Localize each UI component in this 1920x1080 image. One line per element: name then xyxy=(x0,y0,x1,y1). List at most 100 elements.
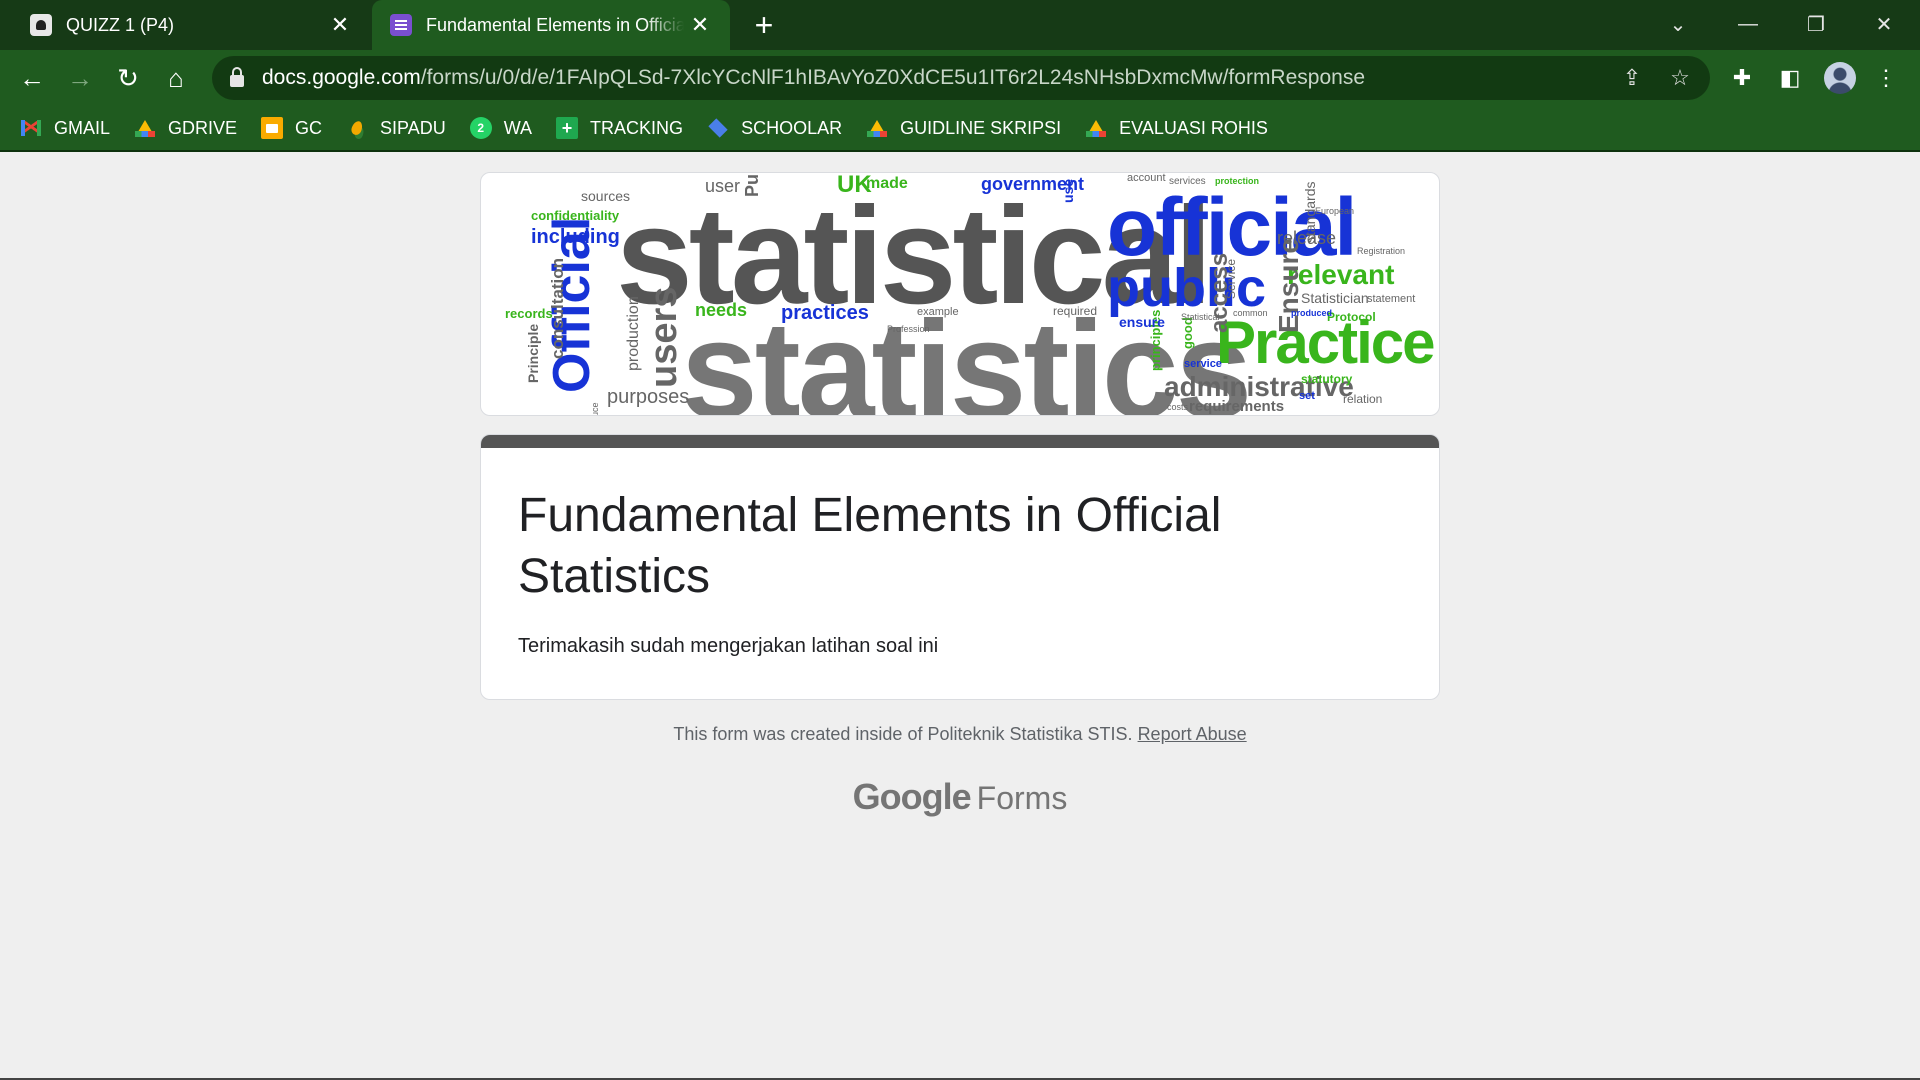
word-cloud-term: including xyxy=(531,226,620,248)
word-cloud-term: practices xyxy=(781,302,869,324)
form-confirmation-card: Fundamental Elements in Official Statist… xyxy=(480,434,1440,700)
forward-icon[interactable]: → xyxy=(62,60,98,96)
close-icon[interactable]: ✕ xyxy=(684,9,716,41)
reload-icon[interactable]: ↻ xyxy=(110,60,146,96)
word-cloud-term: service xyxy=(1184,358,1222,370)
minimize-icon[interactable]: — xyxy=(1730,8,1766,40)
word-cloud-term: account xyxy=(1127,172,1166,184)
tab-search-icon[interactable]: ⌄ xyxy=(1660,8,1696,40)
tab-strip: QUIZZ 1 (P4) ✕ Fundamental Elements in O… xyxy=(0,0,1920,50)
home-icon[interactable]: ⌂ xyxy=(158,60,194,96)
bookmark-sipadu[interactable]: SIPADU xyxy=(346,112,446,144)
word-cloud-term: services xyxy=(1169,176,1206,187)
word-cloud-term: Profession xyxy=(887,324,930,334)
report-abuse-link[interactable]: Report Abuse xyxy=(1138,724,1247,744)
menu-icon[interactable]: ⋮ xyxy=(1870,62,1902,94)
bookmark-label: GMAIL xyxy=(54,117,111,138)
tab-quizz[interactable]: QUIZZ 1 (P4) ✕ xyxy=(0,0,370,50)
bookmark-gdrive[interactable]: GDRIVE xyxy=(134,112,237,144)
bookmark-gc[interactable]: GC xyxy=(261,112,322,144)
word-cloud-term: Statistician xyxy=(1301,290,1369,306)
word-cloud-term: costs xyxy=(1167,402,1189,412)
page-title: Fundamental Elements in Official Statist… xyxy=(518,489,1222,603)
bookmark-label: EVALUASI ROHIS xyxy=(1119,117,1268,138)
word-cloud-term: ensure xyxy=(1119,314,1165,330)
word-cloud-term: uce xyxy=(590,402,600,416)
address-bar[interactable]: docs.google.com/forms/u/0/d/e/1FAIpQLSd-… xyxy=(212,56,1710,100)
back-icon[interactable]: ← xyxy=(14,60,50,96)
word-cloud-term: confidentiality xyxy=(531,208,620,223)
classroom-icon xyxy=(261,117,284,139)
word-cloud-term: statutory xyxy=(1301,372,1353,386)
word-cloud-term: records xyxy=(505,306,553,321)
word-cloud-term: Ensure xyxy=(1273,238,1304,333)
share-icon[interactable]: ⇪ xyxy=(1616,62,1648,94)
google-wordmark: Google xyxy=(852,776,972,817)
word-cloud-term: Protocol xyxy=(1327,310,1376,324)
word-cloud-term: made xyxy=(866,175,908,192)
bookmark-label: TRACKING xyxy=(590,117,684,138)
tab-form[interactable]: Fundamental Elements in Official Statist… xyxy=(372,0,730,50)
forms-icon xyxy=(390,14,412,36)
url-text[interactable]: docs.google.com/forms/u/0/d/e/1FAIpQLSd-… xyxy=(262,66,1365,90)
drive-icon xyxy=(1085,117,1107,139)
bookmark-gmail[interactable]: GMAIL xyxy=(20,112,110,144)
word-cloud-term: purposes xyxy=(607,386,690,408)
footer-text: This form was created inside of Politekn… xyxy=(673,724,1133,744)
gmail-icon xyxy=(20,117,42,139)
word-cloud-term: required xyxy=(1053,304,1098,318)
bookmark-label: GUIDLINE SKRIPSI xyxy=(900,117,1062,138)
word-cloud-term: common xyxy=(1233,308,1268,318)
extensions-icon[interactable]: ✚ xyxy=(1726,62,1758,94)
tab-title: QUIZZ 1 (P4) xyxy=(66,14,175,35)
bookmark-wa[interactable]: 2 WA xyxy=(469,112,533,144)
word-cloud-term: set xyxy=(1299,390,1315,402)
word-cloud-term: relation xyxy=(1343,392,1383,406)
tracking-icon: + xyxy=(556,117,579,139)
word-cloud-term: Statistical xyxy=(1181,312,1220,322)
word-cloud-term: needs xyxy=(695,300,748,320)
bookmark-guidline-skripsi[interactable]: GUIDLINE SKRIPSI xyxy=(866,112,1061,144)
word-cloud-term: Principle xyxy=(525,323,541,383)
schoolar-icon xyxy=(707,117,729,139)
bookmark-evaluasi-rohis[interactable]: EVALUASI ROHIS xyxy=(1085,112,1268,144)
forms-wordmark: Forms xyxy=(976,780,1068,816)
word-cloud-term: Registration xyxy=(1357,246,1406,256)
bookmarks-bar: GMAIL GDRIVE GC SIPADU 2 WA + TRACKING S… xyxy=(0,106,1920,152)
word-cloud-term: user xyxy=(705,176,741,196)
word-cloud-term: produced xyxy=(1291,308,1333,318)
bookmark-label: SIPADU xyxy=(380,117,446,138)
side-panel-icon[interactable]: ◧ xyxy=(1774,62,1806,94)
bookmark-star-icon[interactable]: ☆ xyxy=(1664,62,1696,94)
lock-icon[interactable] xyxy=(230,67,244,87)
word-cloud-term: production xyxy=(625,296,642,371)
word-cloud-term: protection xyxy=(1215,176,1259,186)
whatsapp-icon: 2 xyxy=(469,117,492,139)
word-cloud-term: Pu xyxy=(742,173,762,197)
word-cloud-term: Service xyxy=(1224,258,1238,299)
word-cloud-term: statement xyxy=(1367,293,1416,305)
word-cloud-term: use xyxy=(1060,178,1076,203)
word-cloud-term: Practice xyxy=(1216,309,1435,376)
word-cloud-term: sources xyxy=(581,188,631,204)
new-tab-button[interactable]: + xyxy=(748,7,780,43)
word-cloud-term: public xyxy=(1107,258,1266,318)
avatar[interactable] xyxy=(1824,62,1856,94)
browser-toolbar: ← → ↻ ⌂ docs.google.com/forms/u/0/d/e/1F… xyxy=(0,50,1920,106)
word-cloud-term: example xyxy=(917,306,959,318)
word-cloud-term: users xyxy=(643,286,685,388)
form-footer: This form was created inside of Politekn… xyxy=(0,724,1920,745)
bookmark-label: WA xyxy=(503,117,533,138)
word-cloud-term: requirements xyxy=(1189,398,1285,415)
drive-icon xyxy=(134,117,156,139)
theme-color-bar xyxy=(481,435,1439,448)
sipadu-icon xyxy=(346,117,368,139)
bookmark-label: SCHOOLAR xyxy=(741,117,843,138)
restore-icon[interactable]: ❐ xyxy=(1798,8,1834,40)
google-forms-logo[interactable]: Google Forms xyxy=(0,776,1920,818)
close-window-icon[interactable]: ✕ xyxy=(1866,8,1902,40)
close-icon[interactable]: ✕ xyxy=(324,9,356,41)
classroom-icon xyxy=(30,14,52,36)
bookmark-schoolar[interactable]: SCHOOLAR xyxy=(707,112,842,144)
bookmark-tracking[interactable]: + TRACKING xyxy=(556,112,683,144)
